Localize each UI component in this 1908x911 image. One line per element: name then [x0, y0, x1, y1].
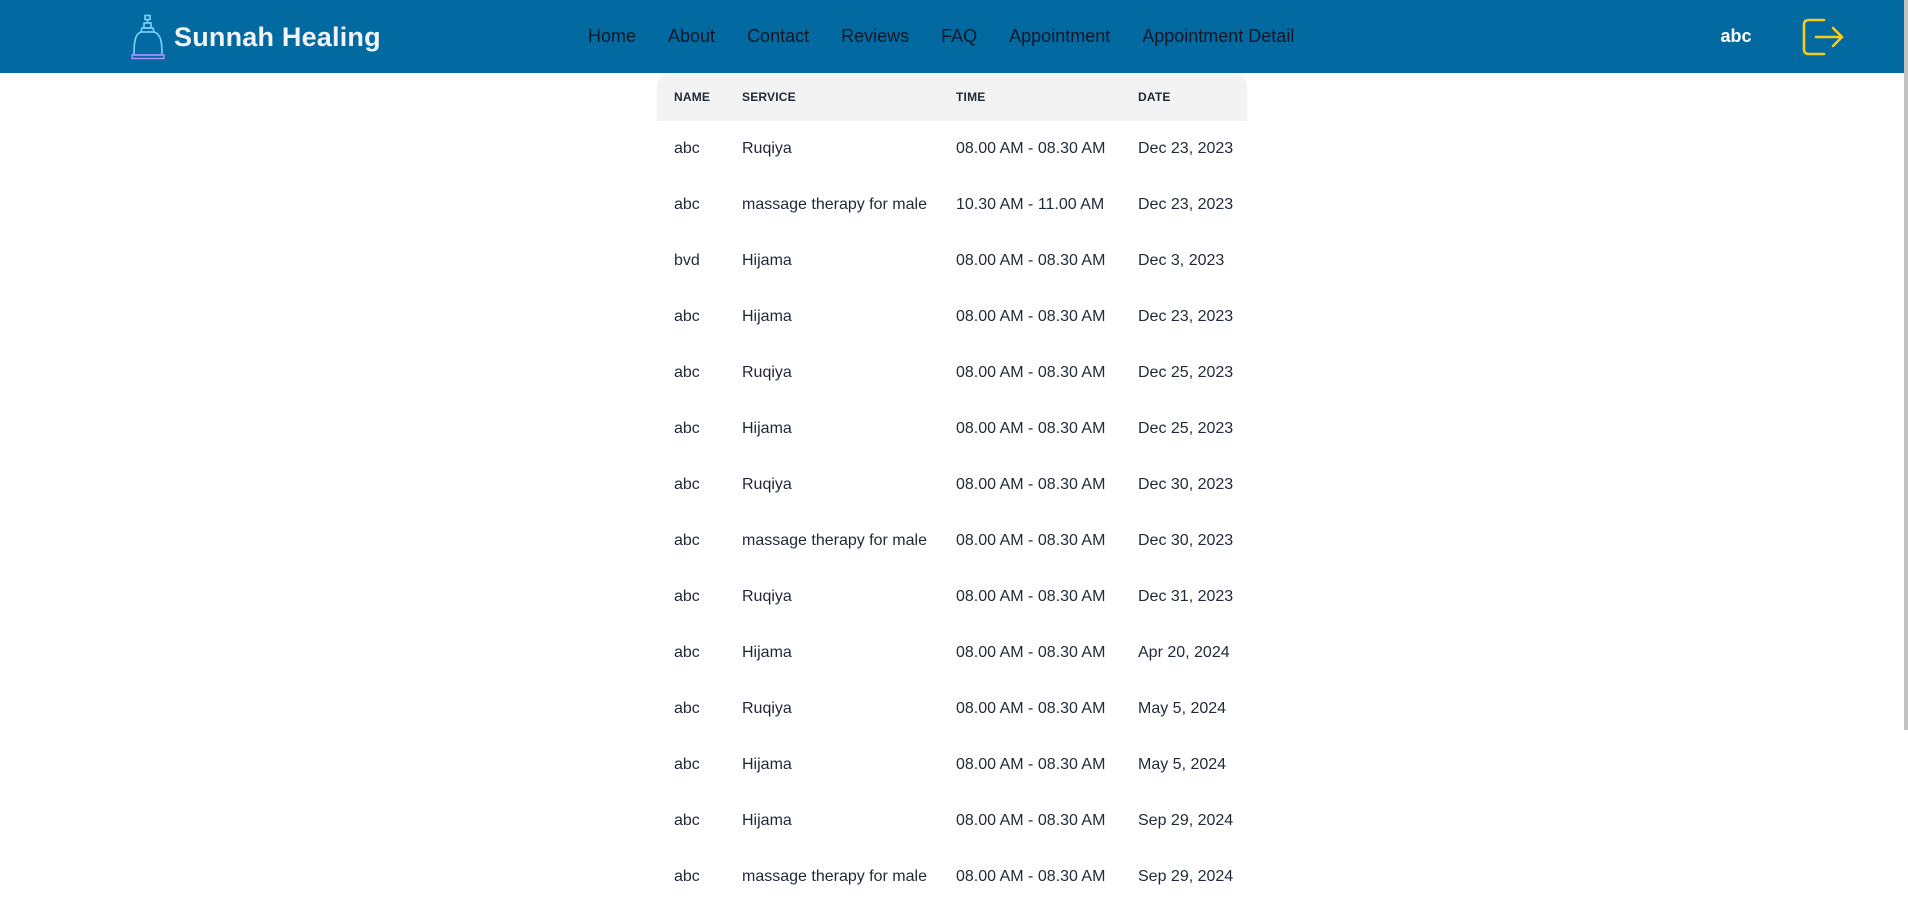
user-name[interactable]: abc: [1700, 0, 1772, 73]
nav-link-contact[interactable]: Contact: [747, 26, 809, 47]
cell-time: 08.00 AM - 08.30 AM: [956, 420, 1106, 437]
cell-name: abc: [674, 700, 700, 717]
cell-time: 08.00 AM - 08.30 AM: [956, 476, 1106, 493]
main-nav: Home About Contact Reviews FAQ Appointme…: [588, 0, 1294, 73]
cupping-jar-icon: [130, 14, 166, 60]
cell-service: Ruqiya: [742, 140, 792, 157]
cell-service: Hijama: [742, 252, 792, 269]
cell-time: 10.30 AM - 11.00 AM: [956, 196, 1105, 213]
table-row: abc Hijama 08.00 AM - 08.30 AM Sep 29, 2…: [657, 793, 1247, 849]
cell-name: abc: [674, 364, 700, 381]
cell-service: Hijama: [742, 812, 792, 829]
nav-link-faq[interactable]: FAQ: [941, 26, 977, 47]
cell-date: Dec 31, 2023: [1138, 588, 1234, 605]
cell-name: bvd: [674, 252, 700, 269]
column-header-time: TIME: [956, 90, 986, 104]
column-header-name: NAME: [674, 90, 711, 104]
cell-date: Dec 23, 2023: [1138, 140, 1234, 157]
nav-link-reviews[interactable]: Reviews: [841, 26, 909, 47]
cell-date: Dec 23, 2023: [1138, 308, 1234, 325]
cell-time: 08.00 AM - 08.30 AM: [956, 364, 1106, 381]
nav-link-appointment[interactable]: Appointment: [1009, 26, 1110, 47]
column-header-date: DATE: [1138, 90, 1171, 104]
table-row: bvd Hijama 08.00 AM - 08.30 AM Dec 3, 20…: [657, 233, 1247, 289]
table-row: abc massage therapy for male 08.00 AM - …: [657, 513, 1247, 569]
table-row: abc Ruqiya 08.00 AM - 08.30 AM Dec 23, 2…: [657, 121, 1247, 177]
cell-date: Apr 20, 2024: [1138, 644, 1230, 661]
cell-service: massage therapy for male: [742, 868, 927, 885]
cell-service: massage therapy for male: [742, 196, 927, 213]
nav-link-appointment-detail[interactable]: Appointment Detail: [1142, 26, 1294, 47]
table-row: abc Hijama 08.00 AM - 08.30 AM May 5, 20…: [657, 737, 1247, 793]
cell-name: abc: [674, 644, 700, 661]
table-row: abc Ruqiya 08.00 AM - 08.30 AM Dec 25, 2…: [657, 345, 1247, 401]
table-row: abc Hijama 08.00 AM - 08.30 AM Dec 25, 2…: [657, 401, 1247, 457]
cell-time: 08.00 AM - 08.30 AM: [956, 700, 1106, 717]
table-body: abc Ruqiya 08.00 AM - 08.30 AM Dec 23, 2…: [657, 121, 1247, 905]
table-header: NAME SERVICE TIME DATE: [657, 73, 1247, 121]
brand-title: Sunnah Healing: [174, 21, 381, 52]
nav-link-home[interactable]: Home: [588, 26, 636, 47]
table-header-row: NAME SERVICE TIME DATE: [657, 73, 1247, 121]
cell-service: Hijama: [742, 644, 792, 661]
cell-date: Dec 30, 2023: [1138, 532, 1234, 549]
cell-name: abc: [674, 588, 700, 605]
cell-time: 08.00 AM - 08.30 AM: [956, 868, 1106, 885]
cell-date: Dec 3, 2023: [1138, 252, 1225, 269]
table-row: abc Ruqiya 08.00 AM - 08.30 AM Dec 31, 2…: [657, 569, 1247, 625]
cell-time: 08.00 AM - 08.30 AM: [956, 756, 1106, 773]
page-scrollbar[interactable]: [1904, 0, 1908, 730]
logout-button[interactable]: [1800, 16, 1846, 58]
cell-time: 08.00 AM - 08.30 AM: [956, 252, 1106, 269]
nav-link-about[interactable]: About: [668, 26, 715, 47]
table-row: abc Ruqiya 08.00 AM - 08.30 AM May 5, 20…: [657, 681, 1247, 737]
cell-service: Ruqiya: [742, 588, 792, 605]
cell-service: Hijama: [742, 756, 792, 773]
cell-name: abc: [674, 868, 700, 885]
table-row: abc Ruqiya 08.00 AM - 08.30 AM Dec 30, 2…: [657, 457, 1247, 513]
cell-service: Hijama: [742, 420, 792, 437]
cell-date: May 5, 2024: [1138, 756, 1227, 773]
cell-name: abc: [674, 812, 700, 829]
cell-service: Hijama: [742, 308, 792, 325]
cell-time: 08.00 AM - 08.30 AM: [956, 812, 1106, 829]
cell-name: abc: [674, 140, 700, 157]
table-row: abc Hijama 08.00 AM - 08.30 AM Apr 20, 2…: [657, 625, 1247, 681]
cell-date: Dec 25, 2023: [1138, 420, 1234, 437]
cell-date: May 5, 2024: [1138, 700, 1227, 717]
cell-name: abc: [674, 308, 700, 325]
cell-time: 08.00 AM - 08.30 AM: [956, 140, 1106, 157]
cell-date: Sep 29, 2024: [1138, 812, 1234, 829]
cell-date: Dec 30, 2023: [1138, 476, 1234, 493]
cell-name: abc: [674, 196, 700, 213]
cell-service: Ruqiya: [742, 700, 792, 717]
cell-time: 08.00 AM - 08.30 AM: [956, 532, 1106, 549]
cell-name: abc: [674, 420, 700, 437]
cell-name: abc: [674, 476, 700, 493]
cell-time: 08.00 AM - 08.30 AM: [956, 588, 1106, 605]
brand-logo-link[interactable]: Sunnah Healing: [130, 14, 381, 60]
cell-date: Dec 23, 2023: [1138, 196, 1234, 213]
column-header-service: SERVICE: [742, 90, 796, 104]
cell-date: Sep 29, 2024: [1138, 868, 1234, 885]
table-row: abc massage therapy for male 08.00 AM - …: [657, 849, 1247, 905]
appointments-table-container: NAME SERVICE TIME DATE abc Ruqiya 08.00 …: [657, 73, 1247, 905]
cell-service: Ruqiya: [742, 364, 792, 381]
cell-time: 08.00 AM - 08.30 AM: [956, 644, 1106, 661]
table-row: abc massage therapy for male 10.30 AM - …: [657, 177, 1247, 233]
appointments-table: NAME SERVICE TIME DATE abc Ruqiya 08.00 …: [657, 73, 1247, 905]
logout-icon: [1800, 16, 1846, 58]
cell-service: Ruqiya: [742, 476, 792, 493]
cell-time: 08.00 AM - 08.30 AM: [956, 308, 1106, 325]
top-navbar: Sunnah Healing Home About Contact Review…: [0, 0, 1908, 73]
cell-name: abc: [674, 756, 700, 773]
cell-date: Dec 25, 2023: [1138, 364, 1234, 381]
cell-service: massage therapy for male: [742, 532, 927, 549]
table-row: abc Hijama 08.00 AM - 08.30 AM Dec 23, 2…: [657, 289, 1247, 345]
cell-name: abc: [674, 532, 700, 549]
